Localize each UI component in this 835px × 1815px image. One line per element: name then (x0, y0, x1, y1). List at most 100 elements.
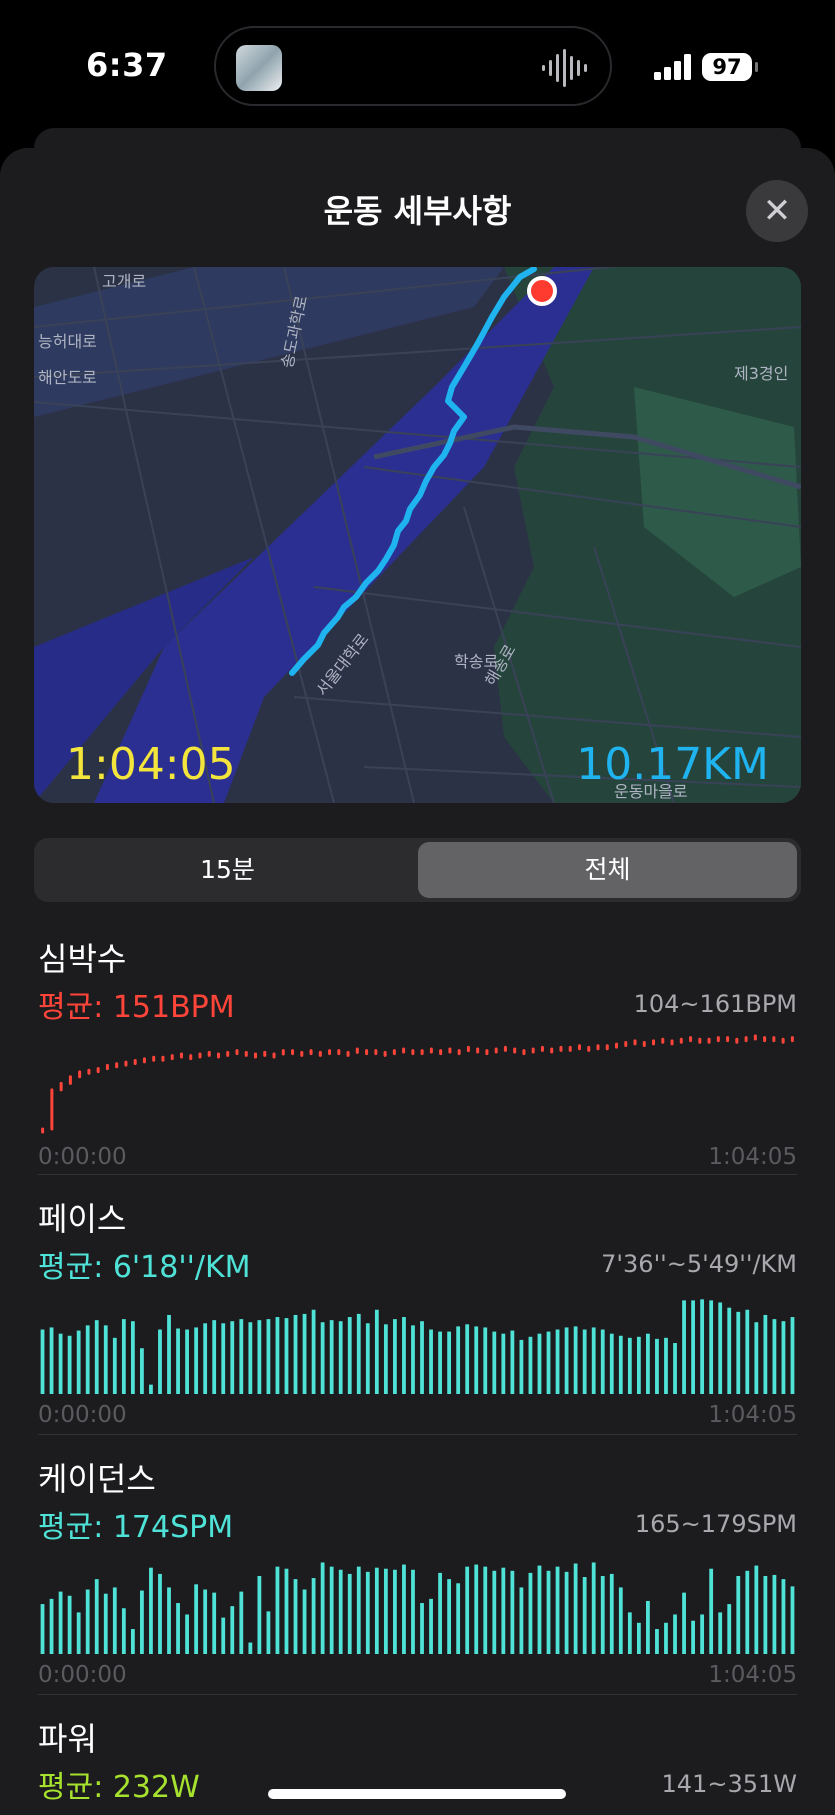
cadence-bar (158, 1573, 162, 1654)
cadence-bar (49, 1598, 54, 1654)
pace-bar (248, 1322, 253, 1394)
cadence-bar (627, 1612, 632, 1654)
pace-bar (411, 1325, 415, 1394)
pace-bar (393, 1319, 397, 1394)
cadence-bar (745, 1570, 750, 1654)
workout-duration: 1:04:05 (66, 739, 236, 790)
pace-bar (700, 1299, 705, 1394)
pace-bar (754, 1322, 759, 1394)
pace-bar (374, 1309, 379, 1394)
cadence-bar (781, 1579, 786, 1654)
cadence-bar (600, 1576, 605, 1654)
cadence-bar (664, 1622, 668, 1654)
heart-rate-average: 평균: 151BPM (38, 990, 235, 1025)
pace-bar (664, 1337, 668, 1394)
pace-average: 평균: 6'18''/KM (38, 1250, 251, 1285)
cadence-bar (76, 1612, 81, 1654)
route-map[interactable]: 고개로 능허대로 해안도로 송도과학로 제3경인 해송로 서울대학로 학송로 운… (34, 267, 801, 803)
pace-bar (76, 1330, 81, 1394)
battery-indicator: 97 (702, 53, 758, 81)
pace-end-time: 1:04:05 (708, 1402, 797, 1428)
cadence-bar (140, 1590, 144, 1654)
pace-bar (176, 1328, 180, 1394)
dynamic-island[interactable] (214, 26, 612, 106)
pace-bar (40, 1329, 45, 1394)
pace-bar (356, 1313, 361, 1394)
pace-bar (212, 1320, 217, 1394)
cadence-bar (772, 1574, 777, 1654)
pace-bar (58, 1333, 63, 1394)
audio-waveform-icon (542, 49, 587, 87)
cadence-bar (402, 1564, 406, 1654)
cadence-bar (176, 1603, 180, 1654)
map-canvas: 고개로 능허대로 해안도로 송도과학로 제3경인 해송로 서울대학로 학송로 운… (34, 267, 801, 803)
cadence-bar (266, 1611, 271, 1654)
pace-bar (239, 1319, 244, 1394)
cadence-bar (94, 1579, 99, 1654)
pace-bar (194, 1327, 199, 1394)
workout-detail-sheet: 운동 세부사항 ✕ 고개로 능허대로 해안도로 송도과학로 제3경인 해송로 서… (0, 148, 835, 1815)
pace-bar (429, 1329, 433, 1394)
pace-bar (501, 1333, 506, 1394)
cadence-bar (302, 1589, 307, 1654)
cadence-bar (230, 1606, 235, 1654)
pace-bar (284, 1318, 289, 1394)
cadence-bar (293, 1579, 298, 1654)
pace-bar (221, 1323, 226, 1394)
pace-bar (447, 1331, 452, 1394)
cadence-bar (727, 1604, 732, 1654)
cadence-bar (239, 1591, 244, 1654)
cadence-bar (700, 1614, 705, 1654)
pace-bar (618, 1335, 623, 1394)
pace-bar (691, 1300, 695, 1394)
pace-bar (727, 1307, 732, 1394)
cadence-bar (709, 1568, 714, 1654)
time-range-segmented-control[interactable]: 15분 전체 (34, 838, 801, 902)
pace-bar (67, 1335, 72, 1394)
cadence-bar (673, 1614, 677, 1654)
cadence-bar (356, 1566, 361, 1654)
pace-bar (185, 1329, 189, 1394)
pace-bar (646, 1333, 650, 1394)
pace-bar (49, 1327, 54, 1394)
pace-bar (772, 1319, 777, 1394)
pace-bar (582, 1329, 587, 1394)
map-label: 고개로 (102, 272, 146, 291)
workout-distance: 10.17KM (576, 739, 769, 790)
segment-15min[interactable]: 15분 (38, 842, 417, 898)
segment-all[interactable]: 전체 (418, 842, 797, 898)
section-divider (38, 1694, 797, 1695)
cadence-bar (248, 1642, 253, 1654)
cadence-bar (203, 1589, 208, 1654)
cadence-bar (374, 1567, 379, 1654)
pace-bar (365, 1323, 370, 1394)
cadence-bar (429, 1598, 433, 1654)
pace-bar (600, 1329, 605, 1394)
pace-bar (320, 1322, 325, 1394)
pace-bar (456, 1326, 461, 1394)
cadence-bar (618, 1587, 623, 1654)
pace-bar (673, 1343, 677, 1394)
now-playing-artwork (236, 45, 282, 91)
pace-chart (40, 1299, 795, 1394)
pace-bar (149, 1384, 153, 1394)
pace-start-time: 0:00:00 (38, 1402, 127, 1428)
home-indicator[interactable] (268, 1789, 566, 1799)
pace-bar (383, 1324, 388, 1394)
pace-bar (203, 1323, 208, 1394)
cadence-bar (510, 1570, 515, 1654)
cadence-bar (121, 1608, 126, 1654)
cadence-bar (320, 1562, 325, 1654)
pace-bar (275, 1317, 280, 1394)
pace-bar (636, 1336, 641, 1394)
cadence-end-time: 1:04:05 (708, 1662, 797, 1688)
cadence-bar (103, 1593, 108, 1654)
cadence-bar (185, 1614, 189, 1654)
cadence-bar (411, 1569, 415, 1654)
pace-title: 페이스 (38, 1200, 127, 1238)
pace-bar (311, 1309, 316, 1394)
pace-bar (347, 1317, 352, 1394)
pace-bar (94, 1320, 99, 1394)
cadence-bar (167, 1587, 171, 1654)
close-button[interactable]: ✕ (746, 180, 808, 242)
